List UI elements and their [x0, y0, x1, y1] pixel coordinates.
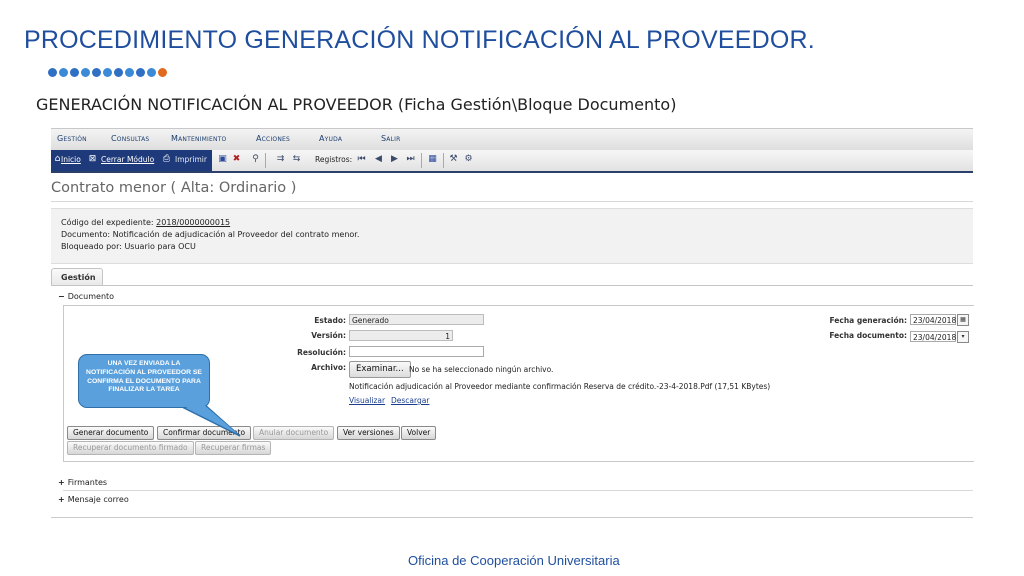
- calendar-icon[interactable]: ▦: [957, 314, 969, 326]
- toolbar-nav-area: ⌂ Inicio ⊠ Cerrar Módulo ⎙ Imprimir: [51, 150, 212, 171]
- toolbar: ⌂ Inicio ⊠ Cerrar Módulo ⎙ Imprimir ▣ ✖ …: [51, 150, 973, 173]
- descargar-link[interactable]: Descargar: [391, 396, 429, 405]
- menu-salir[interactable]: Salir: [381, 134, 400, 143]
- version-label: Versión:: [311, 331, 346, 340]
- delete-icon[interactable]: ✖: [231, 154, 242, 165]
- decorative-dot: [136, 68, 145, 77]
- section-divider: [63, 490, 973, 491]
- close-module-icon: ⊠: [88, 154, 97, 164]
- decorative-dot: [48, 68, 57, 77]
- confirmar-documento-button[interactable]: Confirmar documento: [157, 426, 252, 440]
- menu-ayuda[interactable]: Ayuda: [319, 134, 342, 143]
- section-mensaje-header[interactable]: + Mensaje correo: [58, 495, 129, 504]
- last-record-icon[interactable]: ⏭: [405, 154, 416, 165]
- menu-mantenimiento[interactable]: Mantenimiento: [171, 134, 226, 143]
- codigo-line: Código del expediente: 2018/0000000015: [61, 218, 230, 227]
- volver-button[interactable]: Volver: [401, 426, 437, 440]
- menu-acciones[interactable]: Acciones: [256, 134, 290, 143]
- first-record-icon[interactable]: ⏮: [356, 154, 367, 165]
- recuperar-firmas-button: Recuperar firmas: [195, 441, 272, 455]
- next-record-icon[interactable]: ▶: [389, 154, 400, 165]
- toolbar-separator: [421, 153, 422, 168]
- estado-field: Generado: [349, 314, 484, 325]
- callout-note: UNA VEZ ENVIADA LA NOTIFICACIÓN AL PROVE…: [78, 354, 210, 408]
- imprimir-link[interactable]: Imprimir: [175, 155, 207, 164]
- decorative-dot: [92, 68, 101, 77]
- dropdown-icon[interactable]: ▾: [957, 331, 969, 343]
- version-field: 1: [349, 330, 453, 341]
- anular-documento-button: Anular documento: [253, 426, 335, 440]
- tools-icon[interactable]: ⚒: [448, 154, 459, 165]
- section-documento-header[interactable]: − Documento: [58, 292, 114, 301]
- section-documento-label: Documento: [67, 292, 115, 301]
- menu-consultas[interactable]: Consultas: [111, 134, 149, 143]
- archivo-label: Archivo:: [311, 363, 346, 372]
- estado-label: Estado:: [314, 316, 346, 325]
- search-icon[interactable]: ⚲: [250, 154, 261, 165]
- fecha-documento-label: Fecha documento:: [829, 331, 907, 340]
- tab-divider: [51, 285, 973, 286]
- toolbar-separator: [443, 153, 444, 168]
- codigo-value[interactable]: 2018/0000000015: [156, 218, 230, 227]
- documento-line: Documento: Notificación de adjudicación …: [61, 230, 360, 239]
- title-divider: [51, 201, 973, 202]
- save-icon[interactable]: ▣: [217, 154, 228, 165]
- file-name-text: Notificación adjudicación al Proveedor m…: [349, 382, 771, 391]
- decorative-dot: [114, 68, 123, 77]
- section-mensaje-label: Mensaje correo: [67, 495, 129, 504]
- bloqueado-line: Bloqueado por: Usuario para OCU: [61, 242, 196, 251]
- registros-label: Registros:: [315, 155, 353, 164]
- cerrar-modulo-link[interactable]: Cerrar Módulo: [101, 155, 154, 164]
- visualizar-link[interactable]: Visualizar: [349, 396, 385, 405]
- tab-gestion-label: Gestión: [61, 273, 96, 282]
- resolucion-label: Resolución:: [297, 348, 346, 357]
- decorative-dot: [147, 68, 156, 77]
- ver-versiones-button[interactable]: Ver versiones: [337, 426, 400, 440]
- slide-title: PROCEDIMIENTO GENERACIÓN NOTIFICACIÓN AL…: [24, 26, 815, 54]
- recuperar-documento-firmado-button: Recuperar documento firmado: [67, 441, 194, 455]
- app-screenshot: Gestión Consultas Mantenimiento Acciones…: [51, 128, 974, 520]
- fecha-generacion-label: Fecha generación:: [829, 316, 907, 325]
- decorative-dot: [125, 68, 134, 77]
- decorative-dots: [48, 68, 167, 78]
- import-icon[interactable]: ⇉: [275, 154, 286, 165]
- settings-icon[interactable]: ⚙: [463, 154, 474, 165]
- browse-button[interactable]: Examinar...: [349, 361, 411, 378]
- decorative-dot: [59, 68, 68, 77]
- print-icon: ⎙: [162, 154, 171, 164]
- fecha-documento-field[interactable]: 23/04/2018: [910, 331, 956, 342]
- section-firmantes-label: Firmantes: [67, 478, 108, 487]
- page-title: Contrato menor ( Alta: Ordinario ): [51, 180, 297, 196]
- fecha-generacion-field[interactable]: 23/04/2018: [910, 314, 956, 325]
- expediente-info: Código del expediente: 2018/0000000015 D…: [51, 208, 973, 264]
- expand-icon: +: [58, 495, 65, 504]
- slide-subtitle: GENERACIÓN NOTIFICACIÓN AL PROVEEDOR (Fi…: [36, 95, 677, 114]
- decorative-dot: [81, 68, 90, 77]
- footer-text: Oficina de Cooperación Universitaria: [408, 553, 620, 568]
- tab-gestion[interactable]: Gestión: [51, 268, 103, 285]
- decorative-dot: [158, 68, 167, 77]
- section-firmantes-header[interactable]: + Firmantes: [58, 478, 107, 487]
- resolucion-input[interactable]: [349, 346, 484, 357]
- codigo-label: Código del expediente:: [61, 218, 157, 227]
- expand-icon: +: [58, 478, 65, 487]
- inicio-link[interactable]: Inicio: [61, 155, 81, 164]
- decorative-dot: [70, 68, 79, 77]
- menu-bar: Gestión Consultas Mantenimiento Acciones…: [51, 128, 973, 151]
- prev-record-icon[interactable]: ◀: [373, 154, 384, 165]
- bottom-divider: [51, 517, 973, 518]
- grid-icon[interactable]: ▦: [427, 154, 438, 165]
- export-icon[interactable]: ⇆: [291, 154, 302, 165]
- callout-text: UNA VEZ ENVIADA LA NOTIFICACIÓN AL PROVE…: [86, 360, 202, 394]
- collapse-icon: −: [58, 292, 65, 301]
- generar-documento-button[interactable]: Generar documento: [67, 426, 155, 440]
- no-file-text: No se ha seleccionado ningún archivo.: [409, 365, 554, 374]
- decorative-dot: [103, 68, 112, 77]
- toolbar-separator: [265, 153, 266, 168]
- menu-gestion[interactable]: Gestión: [57, 134, 87, 143]
